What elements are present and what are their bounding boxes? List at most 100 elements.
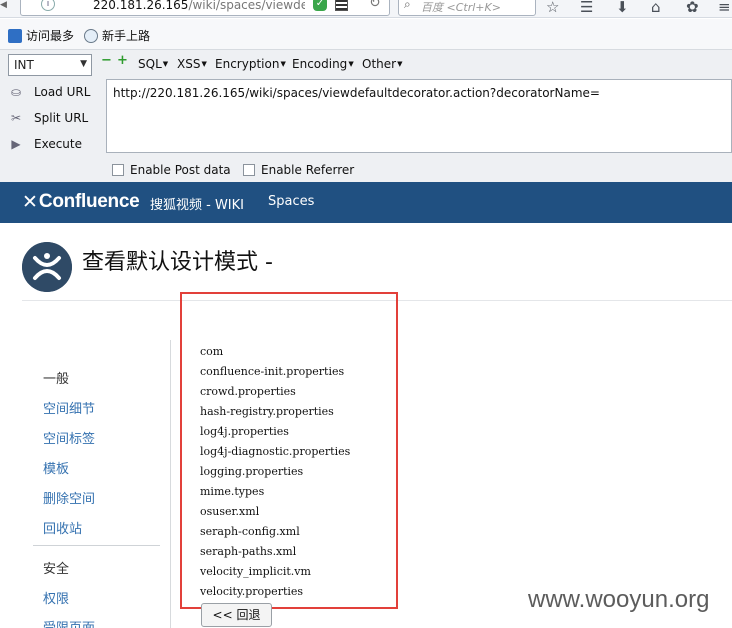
menu-icon[interactable]: ≡ [718,0,731,16]
menu-label: SQL [138,57,162,71]
hackbar-panel: INT ▼ − + SQL▼ XSS▼ Encryption▼ Encoding▼… [0,49,732,182]
list-item: com [200,345,224,358]
search-box[interactable]: ⌕ 百度 <Ctrl+K> [398,0,536,16]
sidebar-item-permissions[interactable]: 权限 [43,588,69,607]
bookmark-most-visited[interactable]: 访问最多 [8,27,74,44]
split-url-label: Split URL [34,111,89,125]
download-icon[interactable]: ⬇ [616,0,629,16]
bookmark-getting-started[interactable]: 新手上路 [84,27,150,44]
list-item: velocity.properties [200,585,304,598]
list-item: logging.properties [200,465,304,478]
site-info-icon[interactable]: i [41,0,55,11]
search-icon: ⌕ [404,0,411,11]
browser-toolbar: ◀ i 220.181.26.165/wiki/spaces/viewdefau… [0,0,732,18]
file-list: com confluence-init.properties crowd.pro… [200,342,350,602]
list-item: confluence-init.properties [200,365,345,378]
space-avatar[interactable] [22,242,72,292]
split-url-button[interactable]: ✂ Split URL [8,111,88,125]
page-title: 查看默认设计模式 - [82,250,273,275]
menu-label: XSS [177,57,201,71]
address-bar[interactable]: i 220.181.26.165/wiki/spaces/viewdefau ✓… [20,0,390,16]
list-item: log4j.properties [200,425,289,438]
bookmarks-bar: 访问最多 新手上路 [0,19,732,49]
minus-icon[interactable]: − [101,54,112,67]
dropdown-arrow-icon: ▼ [201,60,207,68]
bookmark-label: 新手上路 [102,29,151,43]
enable-referrer-checkbox[interactable]: Enable Referrer [243,163,354,177]
split-url-icon: ✂ [10,111,22,125]
url-textarea[interactable]: http://220.181.26.165/wiki/spaces/viewde… [106,79,732,153]
enable-post-checkbox[interactable]: Enable Post data [112,163,231,177]
dropdown-arrow-icon: ▼ [397,60,403,68]
list-item: log4j-diagnostic.properties [200,445,351,458]
watermark: www.wooyun.org [528,586,710,613]
menu-label: Encoding [292,57,348,71]
menu-sql[interactable]: SQL▼ [138,57,168,71]
list-item: seraph-paths.xml [200,545,297,558]
search-placeholder: 百度 <Ctrl+K> [421,1,501,14]
list-item: seraph-config.xml [200,525,300,538]
checkbox-box[interactable] [243,164,255,176]
back-arrow-icon[interactable]: ◀ [0,0,8,12]
list-item: hash-registry.properties [200,405,334,418]
load-url-icon: ⛀ [10,85,22,99]
sidebar-heading-security: 安全 [43,562,70,577]
address-text[interactable]: 220.181.26.165/wiki/spaces/viewdefau [93,0,305,12]
type-select[interactable]: INT ▼ [8,54,92,76]
addon-icon[interactable]: ✿ [686,0,699,16]
enable-referrer-label: Enable Referrer [261,163,355,177]
sidebar-item-trash[interactable]: 回收站 [43,518,82,537]
space-admin-sidebar: 一般 空间细节 空间标签 模板 删除空间 回收站 安全 权限 受限页面 [0,340,170,628]
sidebar-item-templates[interactable]: 模板 [43,458,69,477]
sidebar-item-restricted-pages[interactable]: 受限页面 [43,617,95,628]
reload-icon[interactable]: ↻ [369,0,381,11]
menu-other[interactable]: Other▼ [362,57,402,71]
sidebar-item-delete-space[interactable]: 删除空间 [43,488,95,507]
menu-label: Other [362,57,397,71]
menu-encryption[interactable]: Encryption▼ [215,57,286,71]
qr-code-icon[interactable] [335,0,348,11]
shield-icon[interactable]: ✓ [313,0,327,11]
list-item: velocity_implicit.vm [200,565,311,578]
confluence-logo-text: Confluence [38,191,140,212]
star-icon[interactable]: ☆ [546,0,559,16]
menu-encoding[interactable]: Encoding▼ [292,57,354,71]
list-item: mime.types [200,485,265,498]
dropdown-arrow-icon: ▼ [280,60,286,68]
list-item: osuser.xml [200,505,260,518]
load-url-button[interactable]: ⛀ Load URL [8,85,90,99]
space-logo-icon [22,242,72,292]
execute-icon: ▶ [11,137,21,151]
execute-button[interactable]: ▶ Execute [8,137,82,151]
confluence-logo-icon: ✕ [22,191,38,213]
dropdown-arrow-icon: ▼ [348,60,354,68]
chevron-down-icon: ▼ [80,59,87,69]
dropdown-arrow-icon: ▼ [162,60,169,68]
wiki-home-link[interactable]: 搜狐视频 - WIKI [150,194,244,213]
plus-icon[interactable]: + [117,54,128,67]
globe-icon [84,29,98,43]
menu-xss[interactable]: XSS▼ [177,57,207,71]
spaces-link[interactable]: Spaces [268,194,314,209]
home-icon[interactable]: ⌂ [651,0,661,16]
checkbox-box[interactable] [112,164,124,176]
bookmark-label: 访问最多 [26,29,75,43]
confluence-logo[interactable]: ✕Confluence [22,191,140,213]
list-item: crowd.properties [200,385,296,398]
execute-label: Execute [34,137,82,151]
divider [170,340,171,628]
sidebar-item-space-labels[interactable]: 空间标签 [43,428,95,447]
reading-list-icon[interactable]: ☰ [580,0,593,16]
menu-label: Encryption [215,57,280,71]
sidebar-heading-general: 一般 [43,372,70,387]
url-path: /wiki/spaces/viewdefau [188,0,305,12]
confluence-header: ✕Confluence 搜狐视频 - WIKI Spaces [0,182,732,223]
sidebar-item-space-details[interactable]: 空间细节 [43,398,95,417]
type-select-value: INT [14,58,34,72]
back-button[interactable]: << 回退 [201,603,272,627]
enable-post-label: Enable Post data [130,163,231,177]
load-url-label: Load URL [34,85,91,99]
url-host: 220.181.26.165 [93,0,189,12]
divider [33,545,160,546]
bookmark-icon [8,29,22,43]
